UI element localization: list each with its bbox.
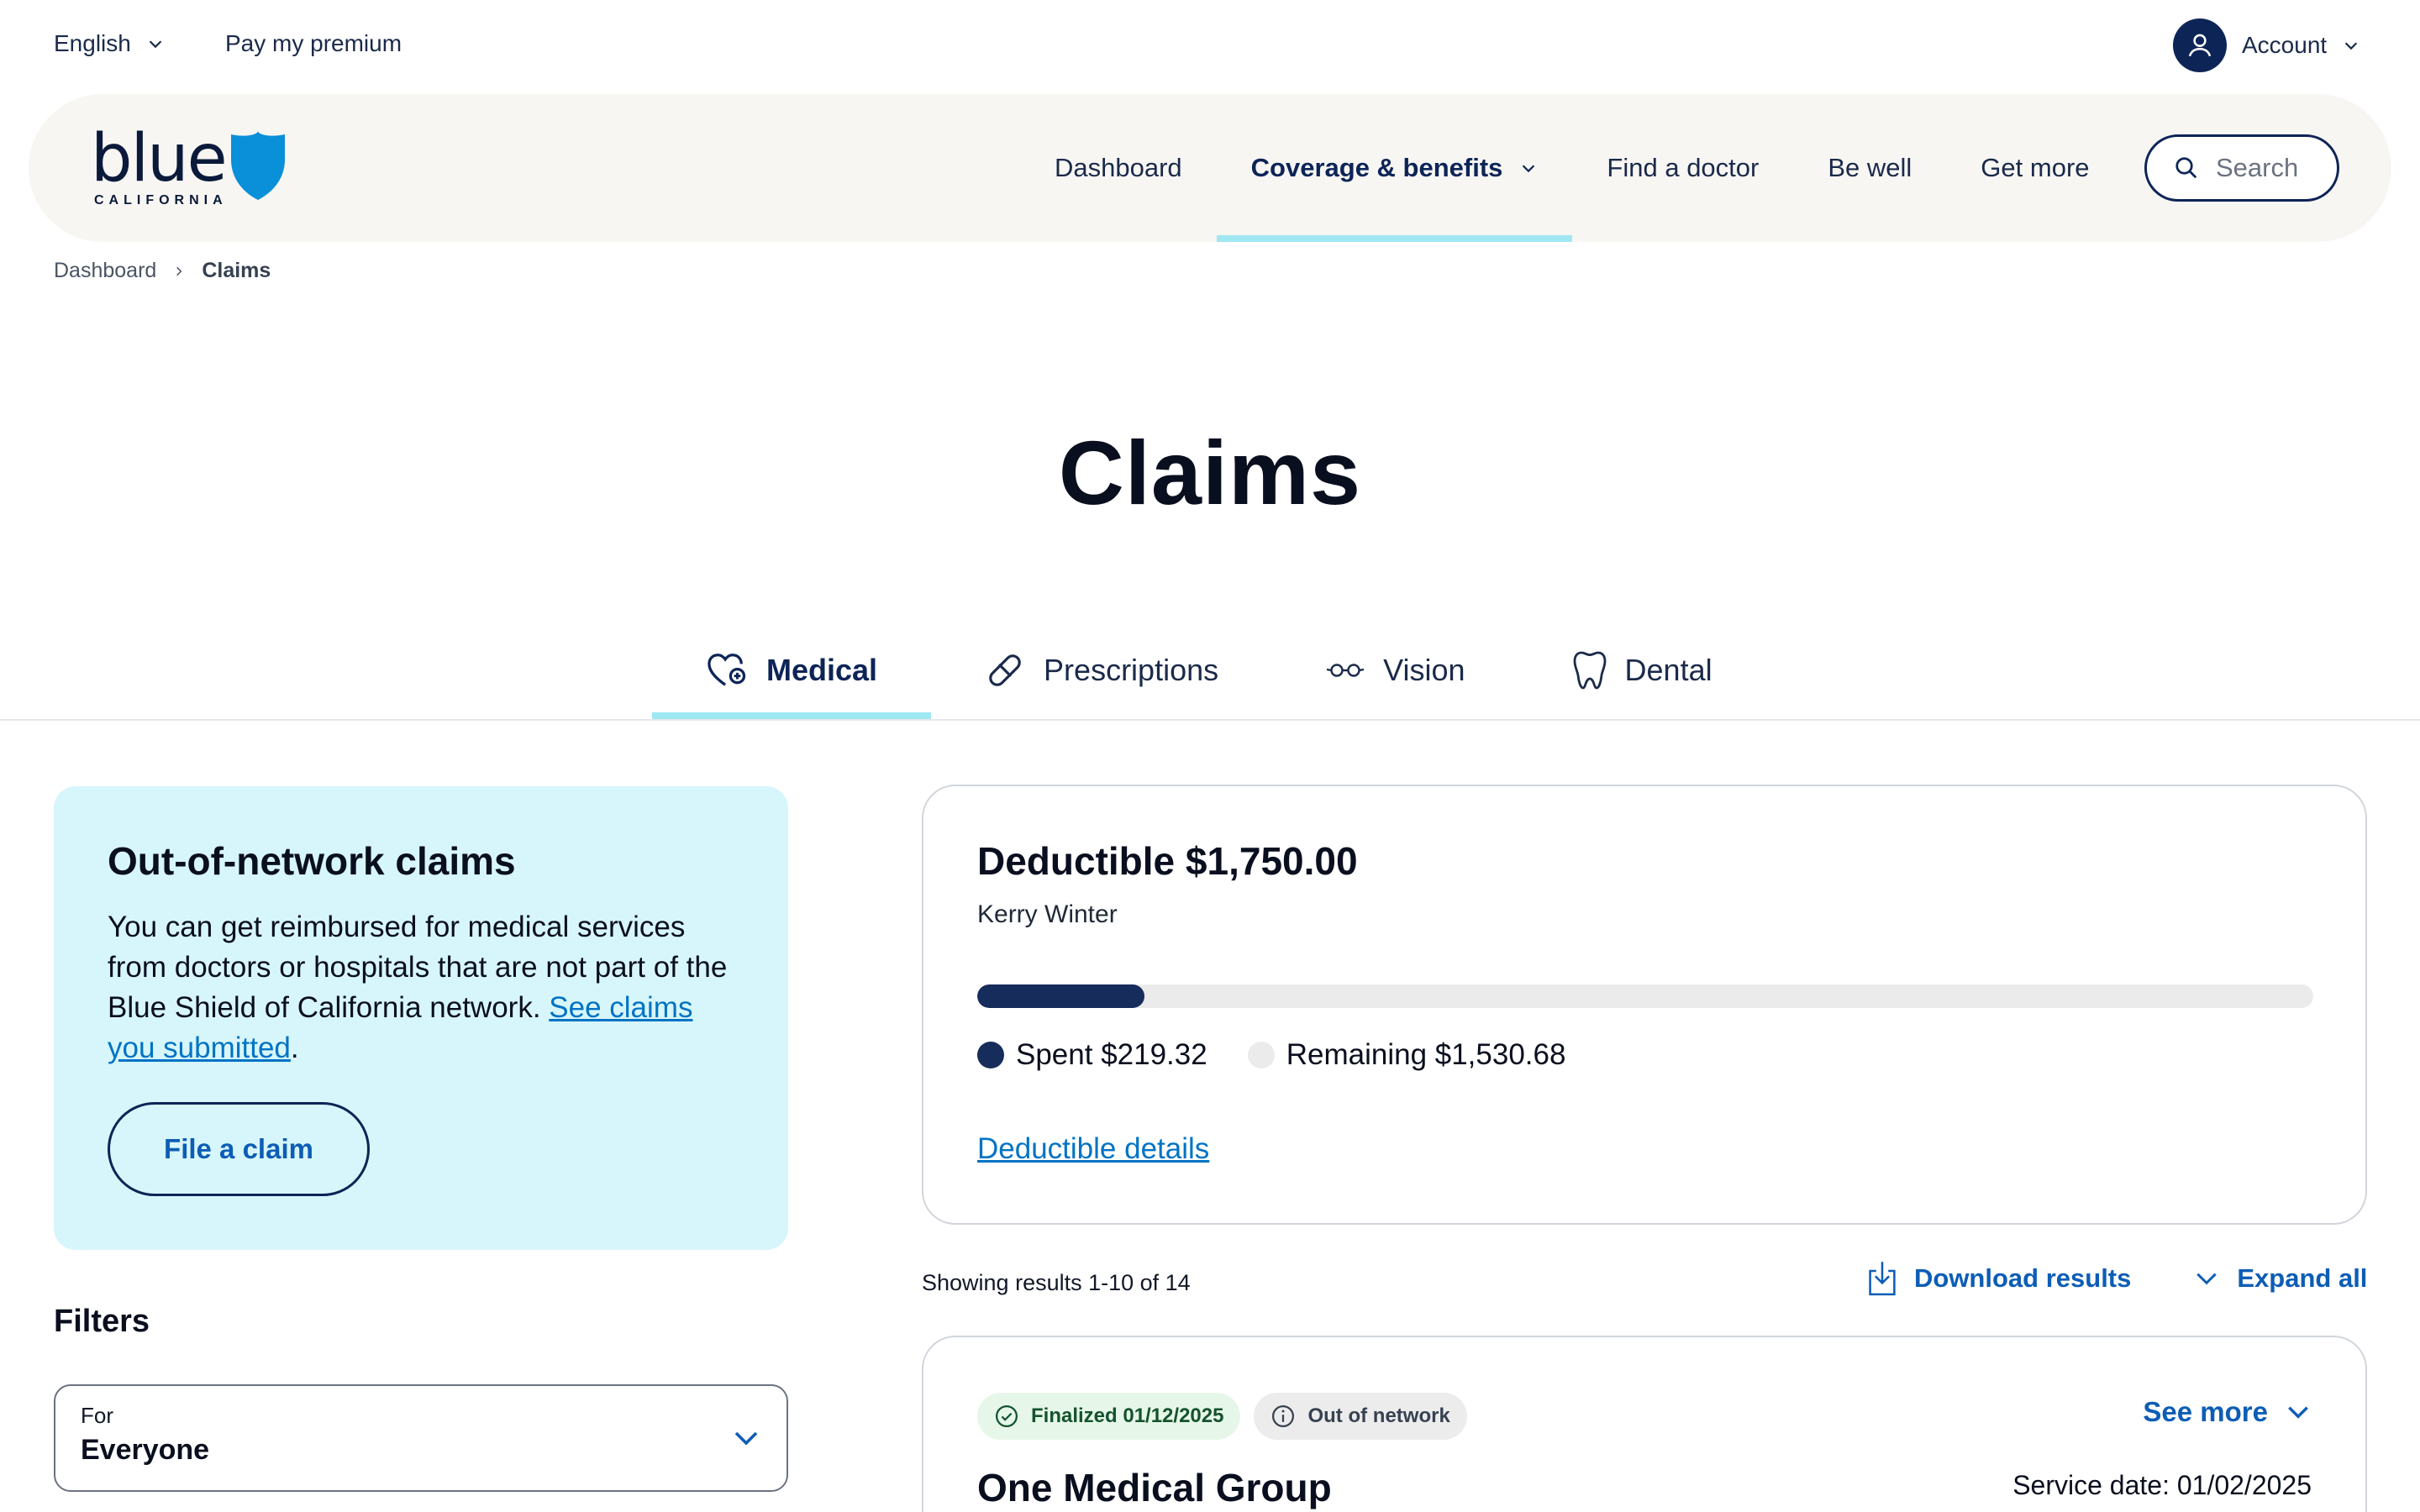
nav-be-well[interactable]: Be well xyxy=(1793,94,1946,242)
tab-vision[interactable]: Vision xyxy=(1272,622,1518,719)
nav-find-doctor-label: Find a doctor xyxy=(1607,153,1760,182)
avatar xyxy=(2173,18,2227,72)
legend-remaining: Remaining $1,530.68 xyxy=(1247,1038,1566,1072)
check-circle-icon xyxy=(996,1405,1018,1427)
breadcrumb-current: Claims xyxy=(202,259,271,282)
tab-prescriptions[interactable]: Prescriptions xyxy=(931,622,1272,719)
deductible-card: Deductible $1,750.00 Kerry Winter Spent … xyxy=(922,785,2367,1225)
out-of-network-card: Out-of-network claims You can get reimbu… xyxy=(54,786,788,1250)
utility-bar: English Pay my premium Account xyxy=(0,0,2420,92)
see-more-label: See more xyxy=(2143,1396,2268,1427)
status-badge-label: Finalized 01/12/2025 xyxy=(1031,1404,1224,1427)
search-icon xyxy=(2175,157,2197,179)
chevron-down-icon xyxy=(2288,1406,2308,1419)
nav-dashboard-label: Dashboard xyxy=(1055,153,1182,182)
network-badge: Out of network xyxy=(1254,1393,1467,1440)
spent-label: Spent $219.32 xyxy=(1016,1038,1207,1071)
expand-all-button[interactable]: Expand all xyxy=(2193,1263,2367,1294)
deductible-legend: Spent $219.32 Remaining $1,530.68 xyxy=(977,1038,1565,1072)
expand-all-label: Expand all xyxy=(2237,1263,2368,1293)
deductible-member: Kerry Winter xyxy=(977,900,1118,928)
breadcrumb-dashboard[interactable]: Dashboard xyxy=(54,259,156,283)
nav-links: Dashboard Coverage & benefits Find a doc… xyxy=(1020,94,2124,242)
brand-logo[interactable]: blue CALIFORNIA xyxy=(91,121,287,207)
nav-get-more-label: Get more xyxy=(1981,153,2090,182)
deductible-title: Deductible $1,750.00 xyxy=(977,839,1358,883)
chevron-down-icon xyxy=(1523,165,1535,173)
member-filter-select[interactable]: For Everyone xyxy=(54,1384,788,1492)
see-more-button[interactable]: See more xyxy=(2143,1396,2312,1428)
claim-provider: One Medical Group xyxy=(977,1466,1332,1509)
remaining-dot xyxy=(1247,1042,1275,1068)
tab-medical[interactable]: Medical xyxy=(652,622,932,719)
account-label: Account xyxy=(2242,32,2328,58)
shield-icon xyxy=(230,131,285,200)
chevron-down-icon xyxy=(734,1431,758,1446)
status-badge: Finalized 01/12/2025 xyxy=(977,1393,1241,1440)
remaining-label: Remaining $1,530.68 xyxy=(1286,1038,1566,1071)
info-icon xyxy=(1272,1405,1295,1427)
account-menu[interactable]: Account xyxy=(2173,18,2360,72)
results-count: Showing results 1-10 of 14 xyxy=(922,1270,1191,1295)
heart-plus-icon xyxy=(708,654,746,686)
nav-find-doctor[interactable]: Find a doctor xyxy=(1572,94,1793,242)
member-filter-value: Everyone xyxy=(81,1434,210,1466)
oon-period: . xyxy=(290,1032,299,1064)
claim-type-tabs: Medical Prescriptions Vision Dental xyxy=(652,622,1766,719)
oon-description: You can get reimbursed for medical servi… xyxy=(108,907,734,1068)
language-label: English xyxy=(54,30,131,56)
nav-dashboard[interactable]: Dashboard xyxy=(1020,94,1217,242)
claim-badges: Finalized 01/12/2025 Out of network xyxy=(977,1393,2312,1440)
download-icon xyxy=(1869,1262,1896,1296)
search-label: Search xyxy=(2216,153,2299,182)
member-filter-label: For xyxy=(81,1403,113,1428)
chevron-down-icon xyxy=(2344,42,2358,50)
pill-icon xyxy=(989,654,1021,686)
tooth-icon xyxy=(1573,651,1606,690)
nav-coverage-benefits[interactable]: Coverage & benefits xyxy=(1216,94,1573,242)
download-results-label: Download results xyxy=(1914,1263,2132,1293)
tab-dental[interactable]: Dental xyxy=(1519,622,1766,719)
nav-be-well-label: Be well xyxy=(1828,153,1912,182)
oon-title: Out-of-network claims xyxy=(108,839,516,883)
chevron-down-icon xyxy=(2196,1273,2217,1285)
deductible-details-link[interactable]: Deductible details xyxy=(977,1132,1209,1166)
tab-medical-label: Medical xyxy=(766,653,878,687)
results-actions: Download results Expand all xyxy=(1867,1260,2367,1297)
tabs-divider xyxy=(0,719,2420,721)
legend-spent: Spent $219.32 xyxy=(977,1038,1207,1072)
nav-coverage-label: Coverage & benefits xyxy=(1250,153,1503,182)
breadcrumb: Dashboard Claims xyxy=(54,259,271,283)
chevron-right-icon xyxy=(176,266,182,276)
glasses-icon xyxy=(1326,664,1365,677)
network-badge-label: Out of network xyxy=(1307,1404,1450,1427)
user-icon xyxy=(2188,34,2212,57)
nav-get-more[interactable]: Get more xyxy=(1946,94,2123,242)
tab-vision-label: Vision xyxy=(1383,653,1465,687)
main-nav: blue CALIFORNIA Dashboard Coverage & ben… xyxy=(29,94,2391,242)
spent-dot xyxy=(977,1042,1004,1068)
chevron-down-icon xyxy=(149,40,162,49)
file-claim-button[interactable]: File a claim xyxy=(108,1102,370,1196)
download-results-button[interactable]: Download results xyxy=(1867,1260,2131,1297)
pay-premium-link[interactable]: Pay my premium xyxy=(225,30,402,57)
language-selector[interactable]: English xyxy=(54,30,165,57)
claim-service-date: Service date: 01/02/2025 xyxy=(2012,1470,2312,1500)
deductible-progress-bar xyxy=(977,984,2313,1008)
claim-card: Finalized 01/12/2025 Out of network See … xyxy=(922,1336,2367,1512)
deductible-progress-fill xyxy=(977,984,1145,1008)
logo-subtitle: CALIFORNIA xyxy=(94,193,228,207)
logo-wordmark: blue xyxy=(91,121,228,197)
page-title: Claims xyxy=(1058,422,1362,523)
tab-prescriptions-label: Prescriptions xyxy=(1044,653,1219,687)
tab-dental-label: Dental xyxy=(1624,653,1712,687)
filters-title: Filters xyxy=(54,1304,150,1339)
search-button[interactable]: Search xyxy=(2144,134,2339,202)
